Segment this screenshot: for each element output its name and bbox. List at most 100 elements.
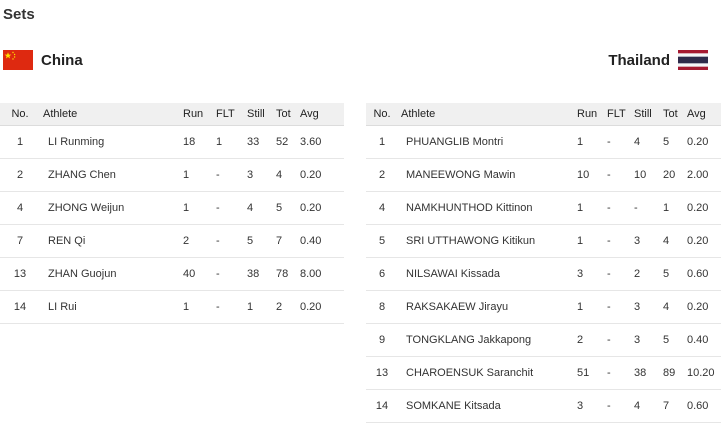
stat-avg: 10.20 bbox=[684, 356, 721, 390]
stat-flt: - bbox=[604, 191, 631, 225]
col-header-avg: Avg bbox=[297, 103, 344, 126]
player-name: RAKSAKAEW Jirayu bbox=[398, 290, 574, 324]
thailand-stats-table: No. Athlete Run FLT Still Tot Avg 1 PHUAN… bbox=[366, 103, 721, 423]
stat-still: - bbox=[631, 191, 660, 225]
col-header-flt: FLT bbox=[213, 103, 244, 126]
stat-run: 1 bbox=[180, 290, 213, 324]
stat-avg: 8.00 bbox=[297, 257, 344, 291]
stat-still: 10 bbox=[631, 158, 660, 192]
stat-tot: 5 bbox=[660, 323, 684, 357]
stat-still: 2 bbox=[631, 257, 660, 291]
table-row: 13 CHAROENSUK Saranchit 51-38 89 10.20 bbox=[366, 356, 721, 390]
table-row: 2 MANEEWONG Mawin 10-10 20 2.00 bbox=[366, 158, 721, 192]
team-header-china: China bbox=[3, 48, 83, 72]
player-number: 6 bbox=[366, 257, 398, 291]
stat-avg: 0.20 bbox=[684, 224, 721, 258]
player-number: 9 bbox=[366, 323, 398, 357]
table-row: 6 NILSAWAI Kissada 3-2 5 0.60 bbox=[366, 257, 721, 291]
stat-flt: - bbox=[213, 224, 244, 258]
table-row: 1 LI Runming 18 1 33 52 3.60 bbox=[0, 125, 344, 159]
stat-still: 3 bbox=[244, 158, 273, 192]
player-name: CHAROENSUK Saranchit bbox=[398, 356, 574, 390]
player-name: ZHAN Guojun bbox=[40, 257, 180, 291]
team-name-china: China bbox=[41, 51, 83, 69]
stat-run: 1 bbox=[574, 224, 604, 258]
stat-flt: - bbox=[604, 224, 631, 258]
stat-avg: 2.00 bbox=[684, 158, 721, 192]
table-row: 4 NAMKHUNTHOD Kittinon 1- -1 0.20 bbox=[366, 191, 721, 225]
stat-tot: 2 bbox=[273, 290, 297, 324]
stat-avg: 0.40 bbox=[297, 224, 344, 258]
stat-avg: 0.20 bbox=[684, 191, 721, 225]
stat-avg: 0.20 bbox=[297, 158, 344, 192]
stat-flt: - bbox=[213, 191, 244, 225]
team-header-thailand: Thailand bbox=[608, 48, 708, 72]
player-number: 14 bbox=[0, 290, 40, 324]
stat-flt: - bbox=[604, 356, 631, 390]
player-number: 13 bbox=[366, 356, 398, 390]
player-name: TONGKLANG Jakkapong bbox=[398, 323, 574, 357]
stat-flt: 1 bbox=[213, 125, 244, 159]
stat-tot: 89 bbox=[660, 356, 684, 390]
stat-flt: - bbox=[213, 158, 244, 192]
stat-still: 3 bbox=[631, 224, 660, 258]
col-header-flt: FLT bbox=[604, 103, 631, 126]
stat-flt: - bbox=[213, 290, 244, 324]
stat-flt: - bbox=[604, 257, 631, 291]
stat-avg: 0.40 bbox=[684, 323, 721, 357]
stat-tot: 5 bbox=[273, 191, 297, 225]
table-row: 8 RAKSAKAEW Jirayu 1-3 4 0.20 bbox=[366, 290, 721, 324]
player-name: REN Qi bbox=[40, 224, 180, 258]
stat-still: 38 bbox=[244, 257, 273, 291]
stat-run: 10 bbox=[574, 158, 604, 192]
table-row: 7 REN Qi 2-5 7 0.40 bbox=[0, 224, 344, 258]
china-flag-icon bbox=[3, 50, 33, 70]
stat-still: 4 bbox=[631, 125, 660, 159]
stat-flt: - bbox=[604, 389, 631, 423]
stat-avg: 0.20 bbox=[297, 191, 344, 225]
stat-run: 18 bbox=[180, 125, 213, 159]
stat-still: 38 bbox=[631, 356, 660, 390]
stat-tot: 4 bbox=[273, 158, 297, 192]
stat-run: 2 bbox=[180, 224, 213, 258]
stat-run: 51 bbox=[574, 356, 604, 390]
stat-avg: 0.20 bbox=[297, 290, 344, 324]
stat-tot: 7 bbox=[660, 389, 684, 423]
table-row: 5 SRI UTTHAWONG Kitikun 1-3 4 0.20 bbox=[366, 224, 721, 258]
stat-tot: 5 bbox=[660, 257, 684, 291]
table-row: 4 ZHONG Weijun 1-4 5 0.20 bbox=[0, 191, 344, 225]
table-row: 2 ZHANG Chen 1-3 4 0.20 bbox=[0, 158, 344, 192]
player-name: NAMKHUNTHOD Kittinon bbox=[398, 191, 574, 225]
player-name: ZHONG Weijun bbox=[40, 191, 180, 225]
stat-avg: 0.20 bbox=[684, 290, 721, 324]
stat-run: 1 bbox=[180, 158, 213, 192]
col-header-athlete: Athlete bbox=[40, 103, 180, 126]
stat-run: 1 bbox=[574, 191, 604, 225]
player-number: 13 bbox=[0, 257, 40, 291]
col-header-run: Run bbox=[574, 103, 604, 126]
col-header-tot: Tot bbox=[273, 103, 297, 126]
player-number: 14 bbox=[366, 389, 398, 423]
stat-run: 1 bbox=[180, 191, 213, 225]
player-number: 7 bbox=[0, 224, 40, 258]
china-stats-table: No. Athlete Run FLT Still Tot Avg 1 LI Ru… bbox=[0, 103, 344, 324]
stat-tot: 52 bbox=[273, 125, 297, 159]
stat-run: 1 bbox=[574, 290, 604, 324]
col-header-no: No. bbox=[0, 103, 40, 126]
stat-tot: 1 bbox=[660, 191, 684, 225]
stat-avg: 0.60 bbox=[684, 257, 721, 291]
stat-run: 1 bbox=[574, 125, 604, 159]
player-number: 4 bbox=[0, 191, 40, 225]
player-name: LI Runming bbox=[40, 125, 180, 159]
stat-run: 3 bbox=[574, 389, 604, 423]
table-row: 9 TONGKLANG Jakkapong 2-3 5 0.40 bbox=[366, 323, 721, 357]
stat-run: 3 bbox=[574, 257, 604, 291]
col-header-still: Still bbox=[244, 103, 273, 126]
stat-run: 40 bbox=[180, 257, 213, 291]
stat-tot: 20 bbox=[660, 158, 684, 192]
col-header-tot: Tot bbox=[660, 103, 684, 126]
table-row: 14 LI Rui 1-1 2 0.20 bbox=[0, 290, 344, 324]
player-number: 5 bbox=[366, 224, 398, 258]
player-number: 2 bbox=[0, 158, 40, 192]
player-number: 4 bbox=[366, 191, 398, 225]
